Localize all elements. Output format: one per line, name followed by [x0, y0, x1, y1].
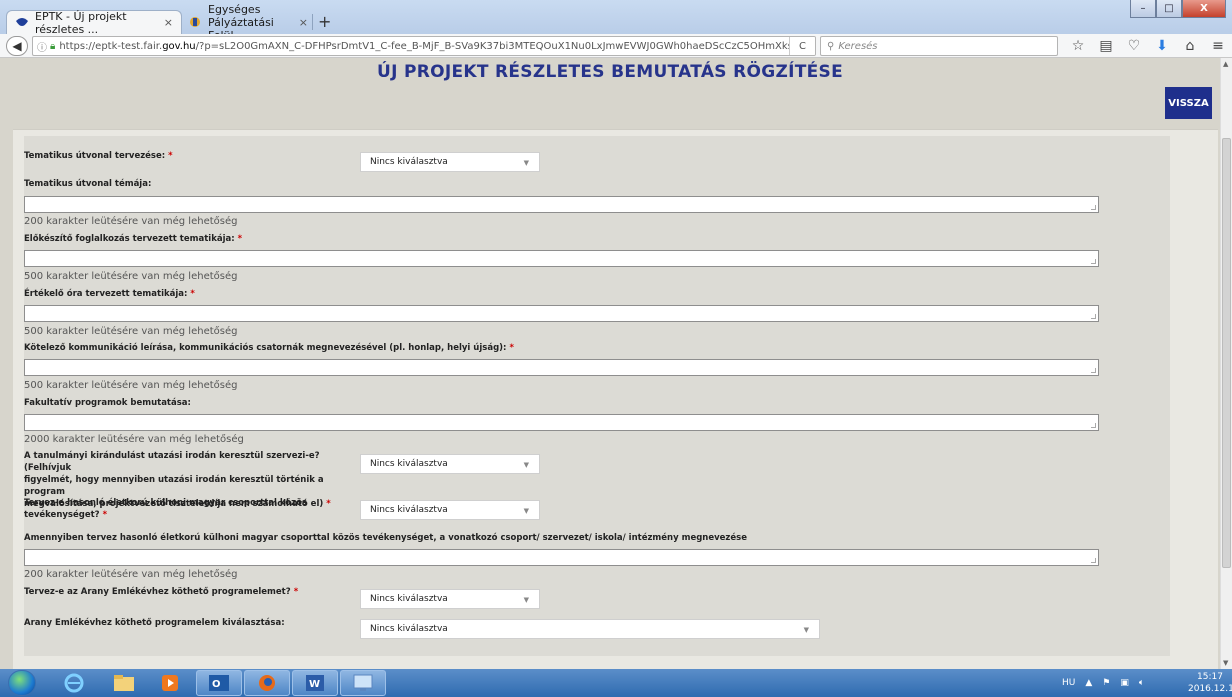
home-icon[interactable]: ⌂ [1176, 36, 1204, 56]
url-rest: /?p=sL2O0GmAXN_C-DFHPsrDmtV1_C-fee_B-MjF… [195, 40, 815, 52]
arany-programelem-select[interactable]: Nincs kiválasztva ▼ [360, 619, 820, 639]
tab-separator [312, 14, 313, 30]
eptk-favicon-icon [15, 16, 29, 30]
arany-programelem-label: Arany Emlékévhez köthető programelem kiv… [24, 618, 285, 628]
browser-tab-bar: EPTK - Új projekt részletes ... × Egység… [0, 0, 1232, 42]
tematikus-temaja-counter: 200 karakter leütésére van még lehetőség [24, 216, 238, 227]
kommunikacio-input[interactable] [24, 359, 1099, 376]
flag-icon[interactable]: ⚑ [1102, 678, 1110, 688]
chevron-down-icon: ▼ [523, 507, 529, 515]
chevron-down-icon: ▼ [523, 596, 529, 604]
ertekelo-label: Értékelő óra tervezett tematikája: * [24, 289, 195, 299]
internet-explorer-icon[interactable] [50, 670, 98, 696]
tray-expand-icon[interactable]: ▲ [1085, 678, 1092, 688]
lock-icon[interactable]: 🔒︎ [50, 41, 55, 52]
reload-icon[interactable]: C [789, 37, 815, 55]
kulhoni-megnevezes-counter: 200 karakter leütésére van még lehetőség [24, 569, 238, 580]
elokeszito-label: Előkészítő foglalkozás tervezett tematik… [24, 234, 243, 244]
network-icon[interactable]: ▣ [1120, 678, 1129, 688]
reading-list-icon[interactable]: ▤ [1092, 36, 1120, 56]
menu-icon[interactable]: ≡ [1204, 36, 1232, 56]
pocket-icon[interactable]: ♡ [1120, 36, 1148, 56]
search-icon: ⚲ [827, 40, 835, 52]
toolbar-icons: ☆ ▤ ♡ ⬇ ⌂ ≡ [1064, 36, 1232, 56]
elokeszito-input[interactable] [24, 250, 1099, 267]
close-window-button[interactable]: X [1182, 0, 1226, 18]
url-bar[interactable]: ⓘ 🔒︎ https://eptk-test.fair. gov.hu/?p=sL… [32, 36, 816, 56]
search-placeholder: Keresés [838, 40, 878, 52]
kulhoni-csoport-label: Tervez-e hasonló életkorú külhoni magyar… [24, 498, 307, 520]
page-scrollbar[interactable]: ▲ ▼ [1220, 58, 1232, 669]
chevron-down-icon: ▼ [803, 626, 809, 634]
scroll-down-icon[interactable]: ▼ [1223, 659, 1228, 667]
ertekelo-counter: 500 karakter leütésére van még lehetőség [24, 326, 238, 337]
info-icon[interactable]: ⓘ [37, 39, 47, 54]
firefox-icon[interactable] [244, 670, 290, 696]
media-player-icon[interactable] [150, 670, 190, 696]
svg-text:O: O [212, 679, 221, 690]
kulhoni-csoport-select[interactable]: Nincs kiválasztva ▼ [360, 500, 540, 520]
windows-taskbar: O W HU ▲ ⚑ ▣ 🔈︎ 15:17 2016.12.19. [0, 669, 1232, 697]
arany-emlekev-label: Tervez-e az Arany Emlékévhez köthető pro… [24, 587, 299, 597]
form-panel: Tematikus útvonal tervezése: * Nincs kivá… [13, 129, 1218, 669]
tematikus-temaja-input[interactable] [24, 196, 1099, 213]
kommunikacio-label: Kötelező kommunikáció leírása, kommuniká… [24, 343, 514, 353]
fakultativ-input[interactable] [24, 414, 1099, 431]
tab-egyseges[interactable]: Egységes Pályáztatási Felül... × [180, 3, 316, 42]
word-icon[interactable]: W [292, 670, 338, 696]
tab-eptk[interactable]: EPTK - Új projekt részletes ... × [6, 9, 182, 36]
window-controls: – □ X [1130, 0, 1226, 18]
minimize-button[interactable]: – [1130, 0, 1156, 18]
form-inner: Tematikus útvonal tervezése: * Nincs kivá… [24, 136, 1170, 656]
chevron-down-icon: ▼ [523, 159, 529, 167]
outlook-icon[interactable]: O [196, 670, 242, 696]
tab-eptk-label: EPTK - Új projekt részletes ... [35, 9, 127, 36]
page-title: ÚJ PROJEKT RÉSZLETES BEMUTATÁS RÖGZÍTÉSE [377, 62, 843, 82]
url-domain: gov.hu [162, 40, 196, 52]
page-content: ÚJ PROJEKT RÉSZLETES BEMUTATÁS RÖGZÍTÉSE… [0, 58, 1220, 669]
bookmark-star-icon[interactable]: ☆ [1064, 36, 1092, 56]
tematikus-temaja-label: Tematikus útvonal témája: [24, 179, 152, 189]
fakultativ-label: Fakultatív programok bemutatása: [24, 398, 191, 408]
arany-emlekev-select[interactable]: Nincs kiválasztva ▼ [360, 589, 540, 609]
scrollbar-thumb[interactable] [1222, 138, 1231, 568]
download-icon[interactable]: ⬇ [1148, 36, 1176, 56]
tematikus-utvonal-label: Tematikus útvonal tervezése: * [24, 151, 173, 161]
file-explorer-icon[interactable] [100, 670, 148, 696]
kulhoni-megnevezes-label: Amennyiben tervez hasonló életkorú külho… [24, 533, 747, 543]
remote-desktop-icon[interactable] [340, 670, 386, 696]
tab-close-icon[interactable]: × [299, 16, 308, 29]
fakultativ-counter: 2000 karakter leütésére van még lehetősé… [24, 434, 244, 445]
svg-text:W: W [309, 679, 320, 690]
volume-icon[interactable]: 🔈︎ [1139, 678, 1144, 688]
new-tab-button[interactable]: + [318, 12, 331, 31]
scroll-up-icon[interactable]: ▲ [1223, 60, 1228, 68]
egyseges-favicon-icon [188, 15, 202, 29]
tematikus-utvonal-select[interactable]: Nincs kiválasztva ▼ [360, 152, 540, 172]
browser-nav-bar: ◀ ⓘ 🔒︎ https://eptk-test.fair. gov.hu/?p=… [0, 34, 1232, 58]
back-arrow-icon[interactable]: ◀ [6, 36, 28, 56]
kommunikacio-counter: 500 karakter leütésére van még lehetőség [24, 380, 238, 391]
start-button-icon[interactable] [8, 670, 36, 696]
language-indicator[interactable]: HU [1062, 678, 1075, 688]
maximize-button[interactable]: □ [1156, 0, 1182, 18]
chevron-down-icon: ▼ [523, 461, 529, 469]
utazasi-iroda-select[interactable]: Nincs kiválasztva ▼ [360, 454, 540, 474]
kulhoni-megnevezes-input[interactable] [24, 549, 1099, 566]
taskbar-clock[interactable]: 15:17 2016.12.19. [1188, 671, 1232, 695]
tab-close-icon[interactable]: × [164, 16, 173, 29]
elokeszito-counter: 500 karakter leütésére van még lehetőség [24, 271, 238, 282]
url-prefix: https://eptk-test.fair. [59, 40, 163, 52]
search-input[interactable]: ⚲ Keresés [820, 36, 1058, 56]
vissza-button[interactable]: VISSZA [1165, 87, 1212, 119]
system-tray: HU ▲ ⚑ ▣ 🔈︎ [1062, 669, 1144, 697]
ertekelo-input[interactable] [24, 305, 1099, 322]
